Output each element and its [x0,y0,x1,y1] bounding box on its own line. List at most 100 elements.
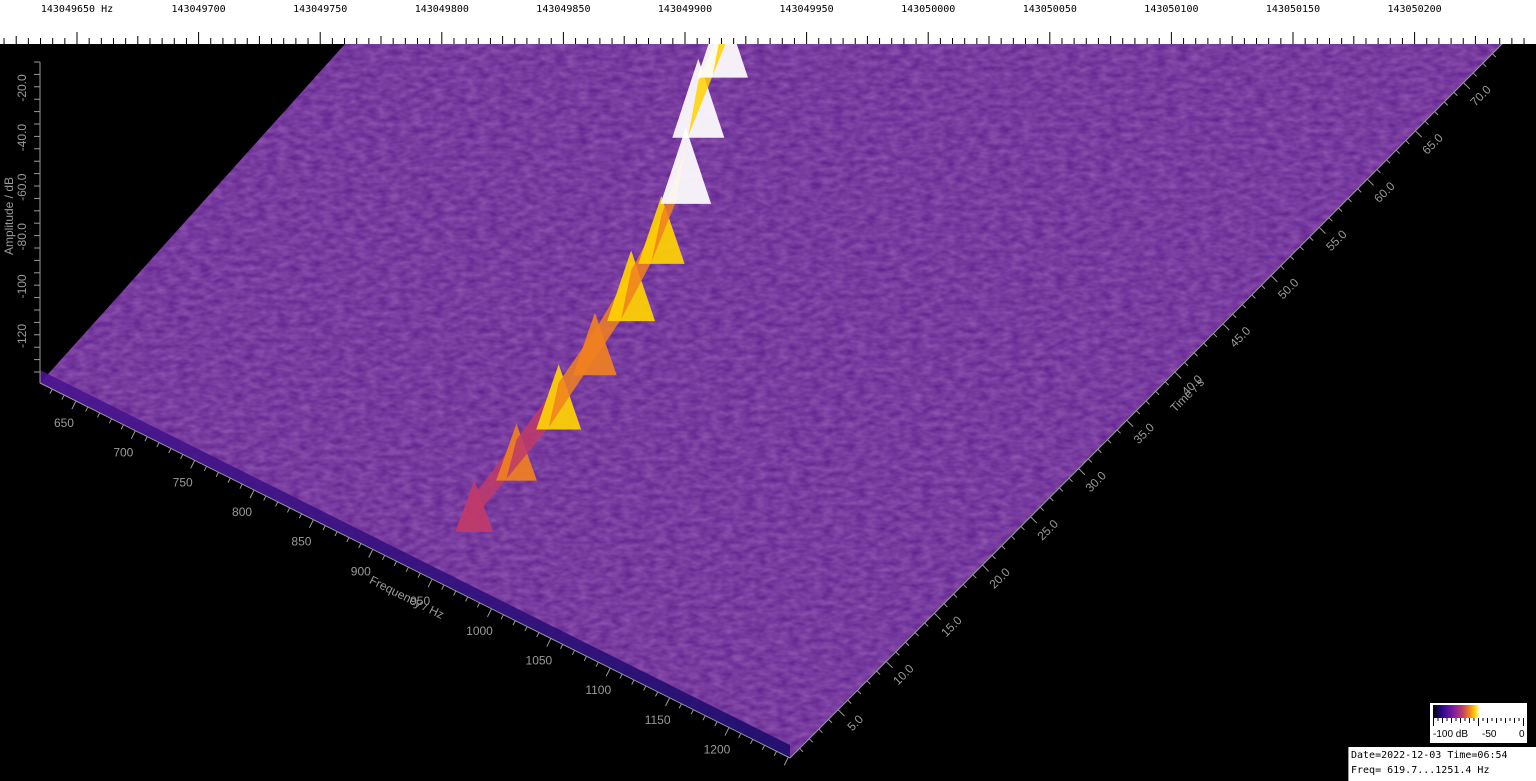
time-tick [1039,506,1045,511]
info-frequency-range: Freq= 619.7...1251.4 Hz [1351,765,1490,776]
time-tick [1472,72,1477,77]
frequency-tick [571,650,576,656]
top-ruler-label: 143049900 [658,4,712,15]
spectrum-surface [40,0,1502,758]
time-tick-label: 50.0 [1275,275,1302,302]
frequency-tick [678,703,682,709]
frequency-tick-label: 700 [113,446,133,460]
amplitude-tick-label: -40.0 [15,124,29,152]
time-tick [876,670,881,676]
frequency-tick-label: 750 [173,475,193,489]
time-tick [856,690,862,695]
frequency-tick [381,555,386,561]
time-tick [1126,419,1134,427]
time-tick-label: 70.0 [1467,82,1494,109]
frequency-tick [714,721,718,727]
frequency-tick [180,454,184,460]
frequency-tick [275,501,279,507]
time-tick [1136,410,1141,415]
frequency-tick [665,697,671,707]
frequency-tick [536,632,540,638]
frequency-tick-label: 1000 [466,624,493,638]
frequency-tick [130,430,136,439]
time-tick [1492,53,1497,58]
frequency-tick [476,602,481,608]
frequency-tick [156,442,160,448]
frequency-tick [334,531,338,537]
frequency-tick [215,471,219,477]
frequency-tick-label: 1050 [526,653,553,667]
colorbar-gradient [1433,705,1524,718]
top-ruler-label: 143050150 [1266,4,1320,15]
time-tick-label: 55.0 [1323,227,1350,254]
signal-peak [721,0,773,18]
signal-ridge [737,0,783,16]
top-ruler-ticks: 143049650 Hz 143049700 143049750 143049800 1… [3,4,1525,44]
colorbar-mid-label: -50 [1482,729,1497,740]
time-tick [818,728,823,733]
top-ruler-label: 143049850 [536,4,590,15]
time-tick [991,555,996,560]
time-tick-label: 15.0 [938,613,965,640]
time-tick [1184,362,1189,367]
frequency-tick [595,661,599,667]
frequency-tick [643,685,647,691]
frequency-tick [168,448,172,454]
time-tick [943,603,948,608]
time-tick [895,651,900,656]
frequency-tick [546,638,552,647]
frequency-tick [308,519,314,529]
frequency-tick [655,691,659,697]
time-tick [1453,91,1458,97]
colorbar-max-label: 0 [1519,729,1525,740]
time-tick [1193,352,1198,357]
frequency-tick [750,739,754,745]
frequency-tick [358,543,362,549]
time-tick [866,680,871,685]
time-tick-label: 10.0 [890,661,917,688]
time-tick [1059,487,1064,492]
frequency-tick [49,388,53,394]
surface-noise [40,44,1502,758]
frequency-tick [524,626,528,632]
frequency-tick [487,608,492,618]
frequency-tick [61,394,65,400]
frequency-tick [560,644,564,650]
time-tick-label: 45.0 [1227,324,1254,351]
frequency-tick [249,489,255,499]
frequency-tick [120,424,124,430]
frequency-tick [724,727,730,736]
time-tick-label: 60.0 [1371,179,1398,206]
frequency-tick [263,495,267,501]
frequency-tick [108,418,113,424]
time-tick [1155,390,1160,396]
time-tick-label: 20.0 [986,565,1013,592]
frequency-tick-label: 900 [351,564,371,578]
time-tick-label: 25.0 [1035,517,1062,544]
top-ruler-label: 143050000 [901,4,955,15]
time-tick [972,574,977,579]
amplitude-tick-label: -120 [15,324,29,348]
time-tick [1376,169,1381,174]
frequency-tick [605,667,611,677]
time-tick [1164,381,1170,386]
frequency-tick [97,412,101,418]
top-ruler-label: 143049800 [415,4,469,15]
time-tick [1318,226,1326,234]
frequency-tick [239,483,243,489]
frequency-tick [690,709,694,715]
frequency-tick-label: 1100 [585,683,611,697]
time-tick [1289,255,1295,261]
time-tick [1424,120,1429,126]
frequency-tick [322,525,326,531]
colorbar-legend: -100 dB -50 0 [1430,703,1527,743]
time-tick [1328,217,1333,222]
frequency-tick [738,733,742,739]
frequency-tick [773,751,777,756]
frequency-tick [702,715,706,721]
top-ruler-label: 143050200 [1388,4,1442,15]
time-tick [1116,429,1121,434]
time-tick [1299,246,1304,251]
time-tick [1001,545,1006,550]
time-tick-label: 35.0 [1131,420,1158,447]
